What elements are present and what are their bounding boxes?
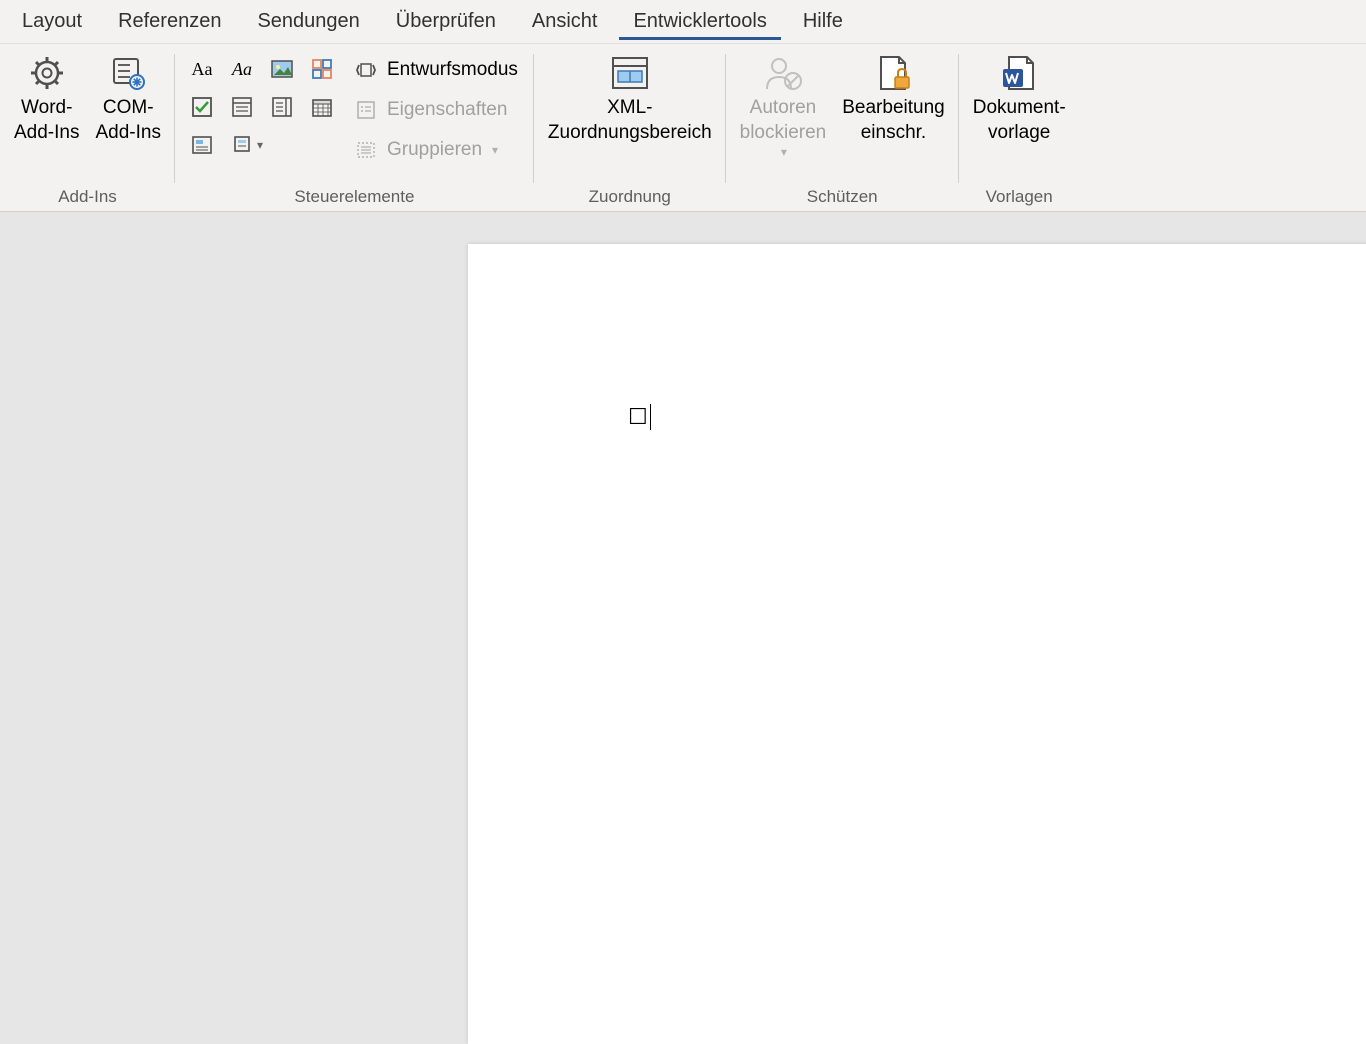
- word-addins-label: Word- Add-Ins: [14, 96, 79, 145]
- properties-button: Eigenschaften: [347, 92, 524, 128]
- ribbon-tabs: Layout Referenzen Sendungen Überprüfen A…: [0, 0, 1366, 44]
- tab-mailings[interactable]: Sendungen: [243, 4, 373, 40]
- group-protect-label: Schützen: [734, 187, 951, 211]
- dropdown-icon: [270, 95, 294, 119]
- group-templates-label: Vorlagen: [967, 187, 1072, 211]
- document-page[interactable]: ☐: [468, 244, 1366, 1044]
- xml-mapping-label: XML- Zuordnungsbereich: [548, 96, 712, 145]
- group-icon: [353, 139, 379, 161]
- chevron-down-icon: ▾: [492, 143, 498, 157]
- chevron-down-icon: ▾: [257, 138, 263, 152]
- datepicker-icon: [310, 95, 334, 119]
- richtext-control-button[interactable]: Aa: [185, 52, 219, 86]
- dropdown-control-button[interactable]: [265, 90, 299, 124]
- picture-icon: [270, 57, 294, 81]
- design-mode-label: Entwurfsmodus: [387, 59, 518, 81]
- document-template-icon: [997, 52, 1041, 94]
- com-addins-label: COM- Add-Ins: [95, 96, 160, 145]
- combobox-control-button[interactable]: [225, 90, 259, 124]
- repeating-section-button[interactable]: [305, 52, 339, 86]
- addins-gear-icon: [27, 52, 67, 94]
- restrict-editing-button[interactable]: Bearbeitung einschr.: [836, 48, 950, 149]
- xml-mapping-button[interactable]: XML- Zuordnungsbereich: [542, 48, 718, 149]
- design-mode-button[interactable]: Entwurfsmodus: [347, 52, 524, 88]
- restrict-editing-label: Bearbeitung einschr.: [842, 96, 944, 145]
- picture-control-button[interactable]: [265, 52, 299, 86]
- document-template-label: Dokument- vorlage: [973, 96, 1066, 145]
- tab-view[interactable]: Ansicht: [518, 4, 612, 40]
- richtext-icon: Aa: [191, 59, 212, 80]
- text-cursor: [650, 404, 651, 430]
- repeating-section-icon: [310, 57, 334, 81]
- group-addins: Word- Add-Ins COM- Add-Ins Add-Ins: [0, 44, 175, 211]
- restrict-editing-icon: [871, 52, 915, 94]
- block-authors-icon: [761, 52, 805, 94]
- combobox-icon: [230, 95, 254, 119]
- document-template-button[interactable]: Dokument- vorlage: [967, 48, 1072, 149]
- legacy-tools-button[interactable]: ▾: [225, 128, 269, 162]
- group-label-text: Gruppieren: [387, 139, 482, 161]
- design-mode-icon: [353, 59, 379, 81]
- group-controls: Aa Aa: [175, 44, 534, 211]
- datepicker-control-button[interactable]: [305, 90, 339, 124]
- block-authors-button: Autoren blockieren ▾: [734, 48, 833, 165]
- plaintext-icon: Aa: [232, 59, 252, 80]
- block-authors-label: Autoren blockieren: [740, 96, 827, 145]
- tab-review[interactable]: Überprüfen: [382, 4, 510, 40]
- group-controls-label: Steuerelemente: [183, 187, 526, 211]
- checkbox-control-button[interactable]: [185, 90, 219, 124]
- properties-label: Eigenschaften: [387, 99, 507, 121]
- tab-references[interactable]: Referenzen: [104, 4, 235, 40]
- word-addins-button[interactable]: Word- Add-Ins: [8, 48, 85, 149]
- plaintext-control-button[interactable]: Aa: [225, 52, 259, 86]
- group-templates: Dokument- vorlage Vorlagen: [959, 44, 1080, 211]
- buildingblock-icon: [190, 133, 214, 157]
- document-workspace: ☐: [0, 212, 1366, 768]
- xml-panel-icon: [608, 52, 652, 94]
- document-content: ☐: [628, 404, 651, 430]
- group-mapping-label: Zuordnung: [542, 187, 718, 211]
- buildingblock-control-button[interactable]: [185, 128, 219, 162]
- group-addins-label: Add-Ins: [8, 187, 167, 211]
- legacy-tools-icon: [231, 133, 255, 157]
- checkbox-icon: [190, 95, 214, 119]
- checkbox-content-control[interactable]: ☐: [628, 406, 648, 428]
- group-mapping: XML- Zuordnungsbereich Zuordnung: [534, 44, 726, 211]
- tab-developer[interactable]: Entwicklertools: [619, 4, 780, 40]
- group-protect: Autoren blockieren ▾ Bearbeitung einschr…: [726, 44, 959, 211]
- tab-help[interactable]: Hilfe: [789, 4, 857, 40]
- com-addins-icon: [108, 52, 148, 94]
- ribbon: Word- Add-Ins COM- Add-Ins Add-Ins Aa Aa: [0, 44, 1366, 212]
- group-button: Gruppieren ▾: [347, 132, 524, 168]
- chevron-down-icon: ▾: [781, 145, 787, 161]
- com-addins-button[interactable]: COM- Add-Ins: [89, 48, 166, 149]
- properties-icon: [353, 99, 379, 121]
- tab-layout[interactable]: Layout: [8, 4, 96, 40]
